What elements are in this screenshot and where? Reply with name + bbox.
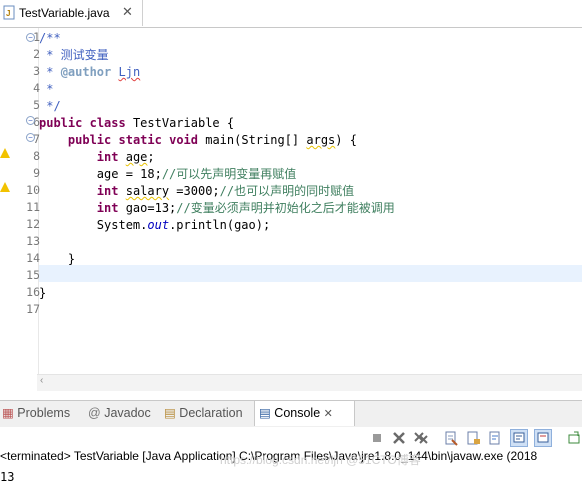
javadoc-text: */: [39, 99, 61, 113]
comment: //变量必须声明并初始化之后才能被调用: [176, 201, 395, 215]
code-line: */: [39, 98, 61, 115]
scroll-lock-icon[interactable]: [465, 430, 481, 446]
tab-declaration[interactable]: ▤ Declaration: [164, 404, 243, 422]
java-file-icon: J: [3, 5, 15, 20]
declaration-icon: ▤: [164, 406, 176, 420]
fold-collapse-icon[interactable]: −: [26, 116, 35, 125]
code-text: TestVariable {: [125, 116, 235, 130]
code-text: .println(gao);: [169, 218, 271, 232]
code-text: System.: [96, 218, 148, 232]
problems-icon: ▦: [2, 406, 14, 420]
line-number: 10: [26, 183, 40, 197]
line-number: 9: [33, 166, 40, 180]
show-console-error-icon[interactable]: [534, 429, 552, 447]
warning-icon: [0, 182, 10, 192]
horizontal-scrollbar[interactable]: [37, 374, 582, 391]
scroll-left-icon[interactable]: ‹: [40, 375, 43, 386]
javadoc-tag: @author: [60, 65, 112, 79]
code-line: int salary =3000;//也可以声明的同时赋值: [39, 183, 354, 200]
comment: //可以先声明变量再赋值: [161, 167, 297, 181]
svg-text:J: J: [6, 9, 10, 18]
terminate-icon[interactable]: [369, 430, 385, 446]
console-output: 13: [0, 470, 15, 484]
code-text: gao=13;: [118, 201, 177, 215]
line-number: 5: [33, 98, 40, 112]
remove-all-terminated-icon[interactable]: [413, 430, 429, 446]
code-line: int age;: [39, 149, 155, 166]
show-console-output-icon[interactable]: [510, 429, 528, 447]
at-icon: @: [88, 406, 101, 420]
keyword: static: [118, 133, 162, 147]
editor-tab-testvariable[interactable]: J TestVariable.java ✕: [0, 0, 143, 26]
line-number: 12: [26, 217, 40, 231]
watermark: https://blog.csdn.net/ljn @51CTO博客: [220, 453, 421, 467]
variable: age: [125, 150, 148, 164]
line-number: 13: [26, 234, 40, 248]
clear-console-icon[interactable]: [443, 430, 459, 446]
code-line: public static void main(String[] args) {: [39, 132, 357, 149]
code-line: public class TestVariable {: [39, 115, 234, 132]
keyword: int: [96, 201, 119, 215]
code-text: ;: [147, 150, 155, 164]
javadoc-author: Ljn: [118, 65, 141, 79]
line-number: 8: [33, 149, 40, 163]
code-text: main(String[]: [198, 133, 307, 147]
javadoc-text: /**: [39, 31, 61, 45]
tab-javadoc-label: Javadoc: [104, 406, 151, 420]
code-line: * @author Ljn: [39, 65, 141, 79]
fold-collapse-icon[interactable]: −: [26, 33, 35, 42]
variable: salary: [125, 184, 170, 198]
fold-collapse-icon[interactable]: −: [26, 133, 35, 142]
code-line: * 测试变量: [39, 47, 109, 64]
line-number: 4: [33, 81, 40, 95]
code-line: /**: [39, 30, 61, 47]
console-icon: ▤: [259, 406, 271, 420]
keyword: int: [96, 150, 119, 164]
code-line: System.out.println(gao);: [39, 217, 270, 234]
keyword: public: [67, 133, 112, 147]
code-line: }: [39, 251, 75, 268]
code-line: }: [39, 285, 46, 302]
close-icon[interactable]: ✕: [324, 408, 333, 420]
editor-tab-label: TestVariable.java: [19, 6, 110, 20]
line-number: 15: [26, 268, 40, 282]
keyword: int: [96, 184, 119, 198]
line-number: 3: [33, 64, 40, 78]
warning-icon: [0, 148, 10, 158]
code-editor[interactable]: /** * 测试变量 * @author Ljn * */ public cla…: [39, 28, 582, 373]
keyword: public: [39, 116, 83, 130]
comment: //也可以声明的同时赋值: [219, 184, 355, 198]
line-number: 17: [26, 302, 40, 316]
javadoc-text: *: [39, 82, 54, 96]
code-text: age = 18;: [96, 167, 162, 181]
tab-console-label: Console: [274, 406, 321, 420]
line-number: 11: [26, 200, 40, 214]
line-number: 14: [26, 251, 40, 265]
keyword: class: [89, 116, 126, 130]
parameter: args: [306, 133, 336, 147]
tab-problems-label: Problems: [17, 406, 71, 420]
code-line: *: [39, 81, 53, 98]
code-line: int gao=13;//变量必须声明并初始化之后才能被调用: [39, 200, 395, 217]
open-console-icon[interactable]: [566, 430, 582, 446]
tab-declaration-label: Declaration: [179, 406, 243, 420]
tab-console[interactable]: ▤ Console ✕: [259, 404, 333, 422]
overview-ruler: [0, 28, 14, 388]
line-number: 16: [26, 285, 40, 299]
word-wrap-icon[interactable]: [487, 430, 503, 446]
code-text: }: [67, 252, 76, 266]
tab-problems[interactable]: ▦ Problems: [2, 404, 70, 422]
line-number-gutter: 1 2 3 4 5 6 7 8 9 10 11 12 13 14 15 16 1…: [14, 28, 40, 388]
javadoc-text: * 测试变量: [39, 48, 109, 62]
remove-launch-icon[interactable]: [391, 430, 407, 446]
keyword: void: [169, 133, 198, 147]
field: out: [147, 218, 170, 232]
code-text: ) {: [335, 133, 357, 147]
close-icon[interactable]: ✕: [122, 4, 133, 20]
tab-javadoc[interactable]: @ Javadoc: [88, 404, 151, 422]
code-text: }: [39, 286, 47, 300]
code-line: age = 18;//可以先声明变量再赋值: [39, 166, 296, 183]
code-text: =3000;: [169, 184, 220, 198]
line-number: 2: [33, 47, 40, 61]
